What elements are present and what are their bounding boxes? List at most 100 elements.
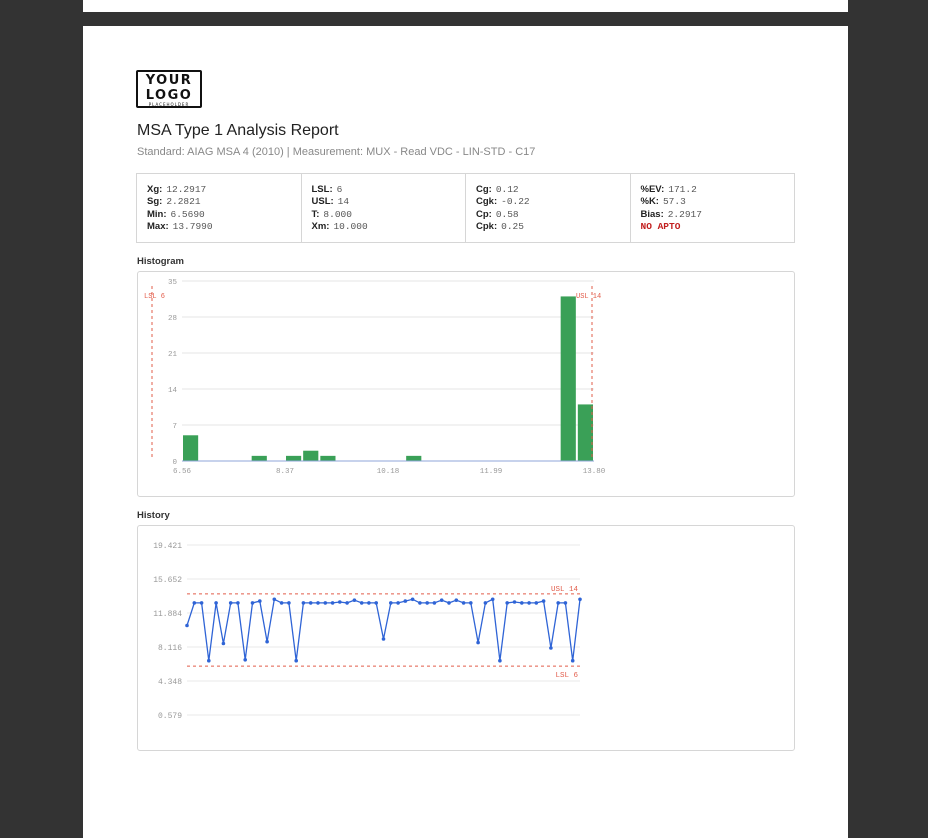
stat-ev: %EV: 171.2 [641,184,795,196]
stat-sg: Sg: 2.2821 [147,196,301,208]
stat-value: 6 [336,184,343,195]
histogram-title: Histogram [137,256,184,267]
history-point [439,598,444,602]
history-series-line [186,598,581,661]
history-point [534,601,539,605]
y-tick-label: 28 [168,315,177,323]
history-point [549,646,553,650]
stat-xm: Xm: 10.000 [312,221,466,233]
stat-label: %EV: [640,184,665,195]
stat-value: 2.2821 [166,196,201,208]
stat-value: 57.3 [662,196,686,208]
history-point [563,601,568,605]
stat-label: LSL: [311,184,333,195]
history-point [396,601,400,605]
logo-line-2: LOGO [145,88,193,103]
stat-cpk: Cpk: 0.25 [476,221,630,233]
stat-cg: Cg: 0.12 [476,184,630,196]
stat-k: %K: 57.3 [641,196,795,208]
stat-t: T: 8.000 [312,209,466,221]
report-page: YOUR LOGO PLACEHOLDER MSA Type 1 Analysi… [83,26,848,838]
usl-label: USL 14 [576,293,601,301]
stat-min: Min: 6.5690 [147,209,301,221]
history-point [207,658,211,663]
history-point [287,601,291,605]
stat-value: 12.2917 [166,184,207,195]
stat-value: 171.2 [668,184,697,195]
history-point [403,599,408,603]
histogram-chart: 0 7 14 21 28 35 6.56 8.37 10.18 11.99 13.80 LSL 6 US… [144,279,606,476]
history-point [556,601,560,605]
x-tick-label: 10.18 [377,468,400,476]
history-point [432,601,437,605]
history-point [578,597,582,602]
history-point [469,601,473,605]
history-point [323,601,328,605]
history-point [498,658,502,663]
y-tick-label: 11.884 [153,610,182,619]
stat-value: 0.25 [501,221,524,233]
x-tick-label: 13.80 [583,468,606,476]
y-tick-label: 21 [168,351,178,359]
y-tick-label: 0.579 [158,712,182,721]
y-tick-label: 7 [172,423,177,431]
history-point [308,601,313,605]
history-point [214,601,218,605]
stat-label: Max: [147,221,169,233]
y-tick-label: 4.348 [158,678,182,687]
stat-xg: Xg: 12.2917 [147,184,301,196]
stat-label: Cpk: [476,221,498,233]
history-point [483,601,488,605]
stat-usl: USL: 14 [312,196,466,208]
history-point [258,599,262,603]
stat-value: 0.12 [495,184,519,195]
history-point [243,658,247,662]
stat-value: 6.5690 [170,208,205,220]
history-point [425,601,430,605]
stat-label: USL: [311,196,334,208]
stats-column-4: %EV: 171.2 %K: 57.3 Bias: 2.2917 NO APTO [631,174,795,242]
stat-label: Sg: [147,196,163,208]
stat-cp: Cp: 0.58 [476,209,630,221]
lsl-label: LSL 6 [555,672,578,680]
histogram-bar [577,404,593,461]
history-point [236,601,240,605]
y-tick-label: 8.116 [158,644,182,653]
stats-table: Xg: 12.2917 Sg: 2.2821 Min: 6.5690 Max: 13.7… [136,173,795,243]
logo-line-1: YOUR [145,73,193,88]
histogram-card: 0 7 14 21 28 35 6.56 8.37 10.18 11.99 13.80 LSL 6 US… [137,271,795,497]
x-tick-label: 11.99 [480,468,503,476]
history-point [505,601,510,605]
history-title: History [137,510,170,521]
histogram-bar [406,455,422,461]
history-point [389,601,393,605]
history-point [418,601,422,605]
stat-value: 14 [337,196,350,208]
history-point [520,601,524,605]
usl-label: USL 14 [551,586,579,594]
history-point [541,599,546,603]
stat-label: Xg: [147,184,163,195]
stat-value: 13.7990 [172,221,213,233]
stat-value: 0.58 [495,208,519,220]
report-subtitle: Standard: AIAG MSA 4 (2010) | Measuremen… [137,146,536,158]
stat-value: 10.000 [333,221,368,233]
stat-max: Max: 13.7990 [147,221,301,233]
history-point [192,601,197,605]
history-point [381,637,386,641]
logo-placeholder: YOUR LOGO PLACEHOLDER [136,70,202,108]
history-point [228,601,233,605]
history-point [570,658,575,663]
stat-label: Cp: [476,208,492,220]
stats-column-3: Cg: 0.12 Cgk: -0.22 Cp: 0.58 Cpk: 0.25 [466,174,631,242]
history-point [490,597,495,602]
stat-value: 8.000 [323,208,352,220]
lsl-label: LSL 6 [144,293,165,301]
history-point [345,601,349,605]
history-point [461,601,466,605]
stat-label: Xm: [311,221,330,233]
stat-cgk: Cgk: -0.22 [476,196,630,208]
previous-page-edge [83,0,848,12]
history-point [338,600,342,604]
histogram-bar [286,455,302,461]
